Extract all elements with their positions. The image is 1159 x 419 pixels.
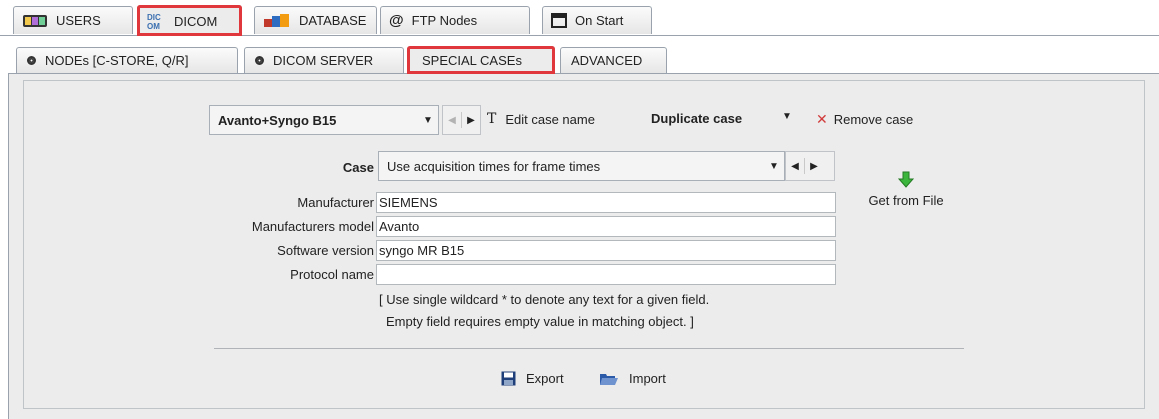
subtab-nodes[interactable]: NODEs [C-STORE, Q/R] [16,47,238,73]
previous-case-icon[interactable]: ◀ [443,115,461,126]
special-cases-frame: Avanto+Syngo B15 ▼ ◀ ▶ T Edit case name … [23,80,1145,409]
case-selector-combo[interactable]: Avanto+Syngo B15 ▼ [209,105,439,135]
tab-dicom-label: DICOM [174,13,218,29]
protocol-name-field[interactable] [376,264,836,285]
chevron-down-icon: ▼ [782,111,792,122]
manufacturer-field[interactable]: SIEMENS [376,192,836,213]
software-version-field[interactable]: syngo MR B15 [376,240,836,261]
next-case-icon[interactable]: ▶ [462,115,480,126]
case-nav-buttons: ◀ ▶ [442,105,481,135]
case-type-nav: ◀ ▶ [785,151,835,181]
case-selector-value: Avanto+Syngo B15 [218,112,337,128]
remove-case-label: Remove case [833,112,914,127]
save-icon [501,371,516,386]
tab-dicom[interactable]: DIC OM DICOM [137,5,242,36]
edit-case-name-button[interactable]: T Edit case name [487,111,595,127]
duplicate-case-label: Duplicate case [651,111,743,126]
divider [214,348,964,349]
tab-users-label: USERS [56,13,101,28]
arrow-down-icon [856,171,956,193]
next-icon[interactable]: ▶ [805,161,823,172]
svg-text:OM: OM [147,22,160,30]
import-label: Import [629,371,666,386]
subtab-advanced-label: ADVANCED [571,53,643,68]
subtab-nodes-label: NODEs [C-STORE, Q/R] [45,53,189,68]
tab-ftp-label: FTP Nodes [411,13,478,28]
software-version-label: Software version [277,243,374,258]
chevron-down-icon: ▼ [423,114,433,126]
chevron-down-icon: ▼ [769,160,779,172]
import-button[interactable]: Import [599,371,666,386]
case-combo[interactable]: Use acquisition times for frame times ▼ [378,151,785,181]
model-label: Manufacturers model [251,219,374,234]
export-label: Export [526,371,564,386]
duplicate-dropdown-arrow[interactable]: ▼ [782,111,792,122]
subtab-dicom-server-label: DICOM SERVER [273,53,374,68]
get-from-file-label: Get from File [868,193,944,208]
subtab-special-cases[interactable]: SPECIAL CASEs [407,46,555,74]
tab-database[interactable]: DATABASE [254,6,377,34]
main-tab-bar: USERS DIC OM DICOM DATABASE @ FTP Nodes [0,0,1159,36]
close-icon: ✕ [816,111,828,127]
users-icon [22,13,48,29]
edit-case-name-label: Edit case name [505,111,595,127]
special-cases-panel: Avanto+Syngo B15 ▼ ◀ ▶ T Edit case name … [8,74,1159,419]
model-field[interactable]: Avanto [376,216,836,237]
subtab-advanced[interactable]: ADVANCED [560,47,667,73]
svg-text:DIC: DIC [147,13,161,22]
previous-icon[interactable]: ◀ [786,161,804,172]
radio-icon [27,56,36,65]
get-from-file-button[interactable]: Get from File [856,171,956,208]
at-icon: @ [389,12,404,29]
tab-ftp-nodes[interactable]: @ FTP Nodes [380,6,530,34]
radio-icon [255,56,264,65]
text-cursor-icon: T [487,111,497,127]
tab-database-label: DATABASE [299,13,367,28]
case-label: Case [342,160,374,175]
tab-on-start[interactable]: On Start [542,6,652,34]
dicom-icon: DIC OM [146,12,166,30]
protocol-name-label: Protocol name [290,267,374,282]
remove-case-button[interactable]: ✕ Remove case [816,111,913,128]
manufacturer-label: Manufacturer [297,195,374,210]
subtab-dicom-server[interactable]: DICOM SERVER [244,47,404,73]
subtab-special-cases-label: SPECIAL CASEs [422,53,522,68]
tab-on-start-label: On Start [575,13,624,28]
wildcard-hint-line1: [ Use single wildcard * to denote any te… [379,292,710,307]
window-icon [551,13,567,28]
case-combo-value: Use acquisition times for frame times [387,158,601,174]
wildcard-hint-line2: Empty field requires empty value in matc… [386,314,694,329]
export-button[interactable]: Export [501,371,564,386]
tab-users[interactable]: USERS [13,6,133,34]
open-folder-icon [599,371,619,386]
duplicate-case-button[interactable]: Duplicate case [651,111,742,126]
database-icon [263,13,291,29]
sub-tab-bar: NODEs [C-STORE, Q/R] DICOM SERVER SPECIA… [8,38,1159,74]
